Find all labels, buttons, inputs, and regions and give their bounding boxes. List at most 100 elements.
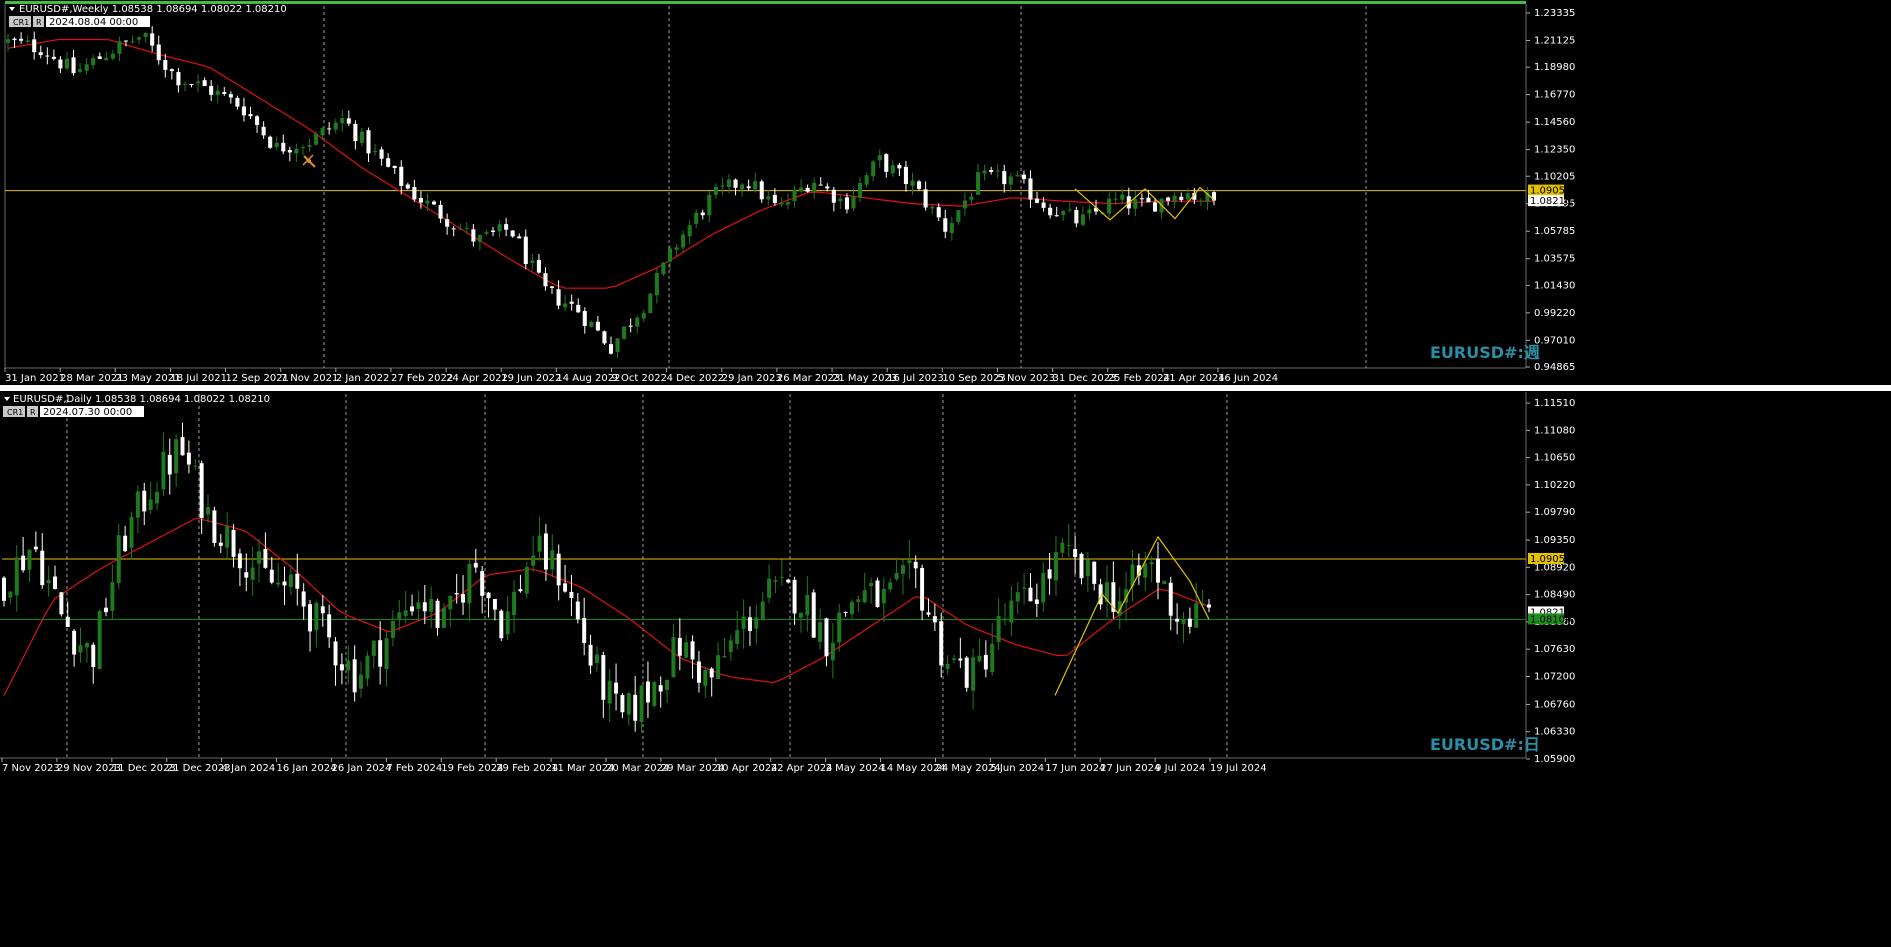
weekly-chart-panel[interactable]: 1.23335 1.21125 1.18980 1.16770 1.14560 1.123… [4, 4, 1575, 384]
candle-body [665, 679, 670, 691]
candle-body [110, 53, 115, 59]
badge-cr1[interactable]: CR1 [13, 18, 29, 27]
candle-body [117, 41, 122, 54]
candle-body [276, 582, 281, 585]
x-tick-label: 19 Jul 2024 [1210, 763, 1267, 774]
candle-body [1028, 587, 1033, 602]
candle-body [824, 618, 829, 657]
panel-separator[interactable] [0, 385, 1891, 391]
candle-body [851, 196, 856, 209]
candle-body [713, 186, 718, 195]
candle-body [687, 225, 692, 237]
candle-body [838, 198, 843, 202]
date-box[interactable]: 2024.08.04 00:00 [49, 17, 138, 28]
x-tick-label: 29 Feb 2024 [496, 763, 558, 774]
candle-body [956, 210, 961, 223]
candle-body [805, 594, 810, 616]
candle-body [709, 668, 714, 678]
y-tick-label: 1.09790 [1534, 507, 1575, 518]
candle-body [977, 655, 982, 662]
candle-body [218, 542, 223, 546]
candle-body [1015, 592, 1020, 602]
x-tick-label: 19 Feb 2024 [441, 763, 503, 774]
candle-body [167, 454, 172, 475]
candle-body [543, 533, 548, 570]
candle-body [569, 591, 574, 598]
candle-body [405, 184, 410, 189]
candle-body [163, 59, 168, 70]
candle-body [399, 166, 404, 186]
candle-body [766, 196, 771, 200]
x-tick-label: 16 Jul 2023 [887, 373, 944, 384]
candle-body [903, 166, 908, 185]
candle-body [1156, 558, 1160, 583]
candle-body [512, 591, 517, 616]
candle-body [1168, 582, 1173, 616]
y-tick-label: 1.06760 [1534, 699, 1575, 710]
candle-body [1015, 175, 1020, 177]
candle-body [161, 451, 166, 490]
collapse-triangle-icon[interactable] [9, 7, 15, 11]
candle-body [174, 439, 179, 474]
y-tick-label: 1.16770 [1534, 90, 1575, 101]
badge-cr1[interactable]: CR1 [7, 408, 23, 417]
candle-body [461, 594, 466, 603]
candle-body [1048, 207, 1053, 216]
daily-chart-panel[interactable]: 1.11510 1.11080 1.10650 1.10220 1.09790 1.093… [0, 392, 1575, 774]
candle-body [674, 247, 679, 250]
y-tick-label: 1.01430 [1534, 280, 1575, 291]
candle-body [622, 326, 627, 339]
candle-body [849, 601, 854, 615]
candle-body [353, 123, 358, 142]
y-tick-label: 1.23335 [1534, 8, 1575, 19]
pencil-tool-icon[interactable] [302, 154, 316, 168]
candle-body [1028, 178, 1033, 200]
candle-body [1066, 544, 1071, 546]
candle-body [169, 69, 174, 72]
candle-body [333, 641, 338, 666]
candle-body [441, 607, 446, 628]
candle-body [582, 311, 587, 326]
date-box[interactable]: 2024.07.30 00:00 [43, 407, 132, 418]
candle-body [327, 614, 332, 638]
candle-body [785, 202, 790, 205]
chart-canvas[interactable]: 1.23335 1.21125 1.18980 1.16770 1.14560 1.123… [0, 0, 1891, 943]
badge-r[interactable]: R [36, 18, 42, 27]
candle-body [951, 658, 956, 660]
candle-body [155, 491, 159, 504]
x-tick-label: 16 Jun 2024 [1218, 373, 1278, 384]
candle-body [537, 535, 542, 552]
candle-body [359, 674, 364, 689]
badge-r[interactable]: R [30, 408, 36, 417]
candle-body [288, 574, 293, 587]
candle-body [722, 656, 727, 658]
candle-body [1146, 197, 1151, 203]
candle-body [333, 122, 338, 130]
candle-body [142, 490, 147, 512]
candle-body [294, 148, 299, 154]
candle-body [257, 551, 262, 564]
candle-body [150, 33, 155, 46]
candle-body [352, 659, 357, 693]
candle-body [786, 579, 791, 583]
x-tick-label: 22 Apr 2024 [771, 763, 833, 774]
candle-body [480, 571, 485, 596]
candle-body [601, 655, 606, 700]
candle-body [648, 293, 653, 314]
candle-body [926, 612, 931, 615]
candle-body [894, 572, 899, 580]
candle-body [652, 681, 657, 707]
collapse-triangle-icon[interactable] [4, 397, 10, 401]
candle-body [261, 126, 266, 136]
candle-body [1149, 562, 1154, 565]
candle-body [530, 260, 535, 263]
candle-body [735, 630, 740, 645]
x-tick-label: 29 Jan 2023 [722, 373, 782, 384]
candle-body [983, 654, 988, 670]
candle-body [116, 535, 121, 583]
candle-body [27, 549, 32, 570]
x-tick-label: 4 Jan 2024 [222, 763, 276, 774]
candle-body [1143, 563, 1148, 578]
candle-body [1041, 572, 1046, 603]
candle-body [248, 114, 253, 117]
